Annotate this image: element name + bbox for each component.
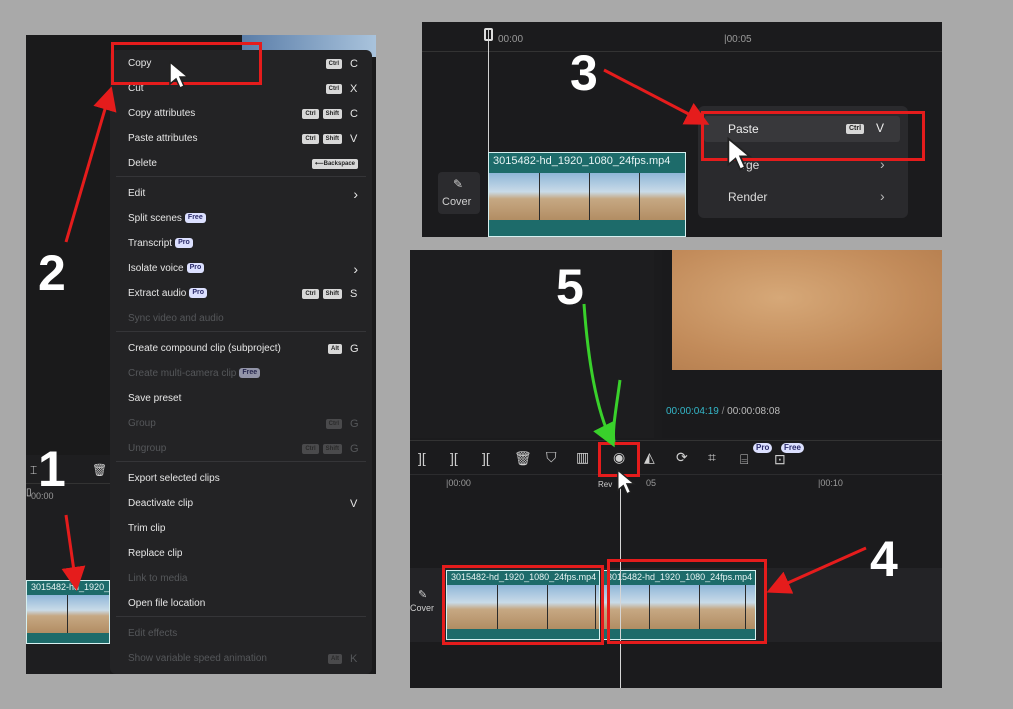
- mouse-cursor-icon: [617, 468, 636, 495]
- arrow-step-3: [603, 68, 710, 125]
- step-number-5: 5: [556, 259, 584, 315]
- step-number-2: 2: [38, 245, 66, 301]
- annotation-arrows: [61, 68, 867, 594]
- arrow-step-2: [64, 86, 117, 243]
- arrow-step-1: [61, 514, 86, 591]
- mouse-cursor-icon: [169, 60, 190, 90]
- step-number-3: 3: [570, 45, 598, 101]
- arrow-step-5: [582, 303, 615, 448]
- arrow-step-4: [766, 546, 867, 594]
- mouse-cursor-icon: [727, 136, 752, 171]
- step-number-1: 1: [38, 441, 66, 497]
- step-number-4: 4: [870, 531, 898, 587]
